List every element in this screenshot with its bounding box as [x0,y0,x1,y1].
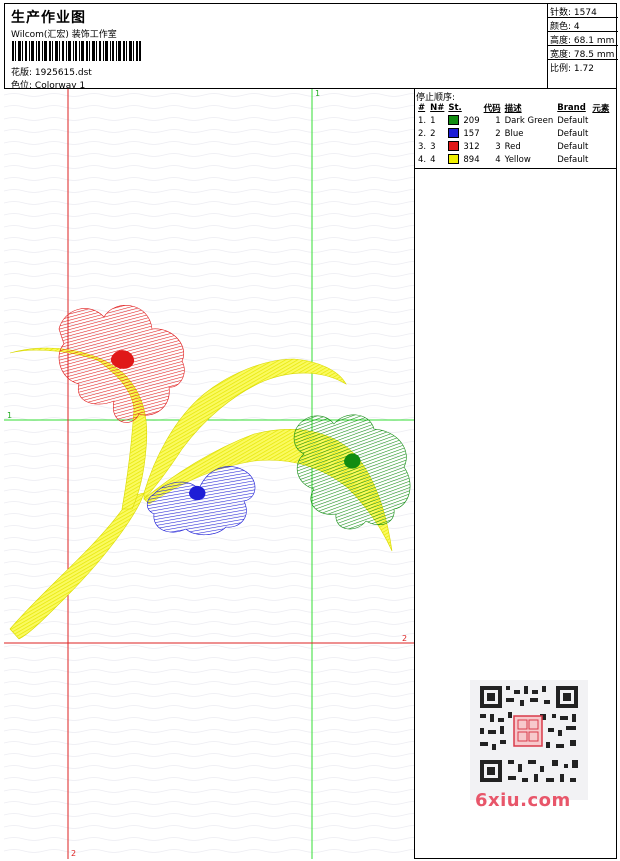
row-code: 2 [495,128,501,139]
row-description: Blue [504,128,524,139]
row-stitches: 312 [463,141,480,152]
col-stitches: St. [448,102,462,113]
row-needle: 2 [430,128,436,139]
row-needle: 4 [430,154,436,165]
row-brand: Default [557,154,589,165]
color-swatch [448,128,460,139]
col-index: # [418,102,426,113]
barcode [12,41,141,61]
stop-sequence-table: # N# St. 代码 描述 Brand 元素 1. 1 209 1 Dark Gree… [416,101,611,166]
row-code: 1 [495,115,501,126]
guide-h2-label: 2 [402,634,407,643]
design-label: 花版: [11,68,33,78]
guide-h1-label: 1 [7,411,12,420]
col-brand: Brand [557,102,586,113]
table-row: 2. 2 157 2 Blue Default [416,127,611,140]
sheet-title: 生产作业图 [11,10,86,26]
row-swatch [446,127,461,140]
col-description: 描述 [504,103,522,114]
color-swatch [448,141,460,152]
color-swatch [448,154,460,165]
guide-v1-label: 1 [315,89,320,98]
table-header-row: # N# St. 代码 描述 Brand 元素 [416,101,611,114]
row-description: Red [504,141,521,152]
color-swatch [448,115,460,126]
embroidery-preview: 1 1 2 2 [4,89,414,859]
row-index: 4. [418,154,427,165]
table-row: 1. 1 209 1 Dark Green Default [416,114,611,127]
stop-sequence-panel: 停止顺序: # N# St. 代码 描述 Brand 元素 1. 1 209 1 Dar… [415,89,617,169]
design-file: 花版: 1925615.dst [11,65,92,78]
row-brand: Default [557,128,589,139]
design-stats: 针数: 1574 颜色: 4 高度: 68.1 mm 宽度: 78.5 mm 比… [547,3,618,89]
row-code: 4 [495,154,501,165]
row-index: 1. [418,115,427,126]
table-row: 3. 3 312 3 Red Default [416,140,611,153]
design-canvas: 1 1 2 2 [4,89,415,859]
row-needle: 3 [430,141,436,152]
col-needle: N# [430,102,445,113]
col-element: 元素 [592,103,610,114]
row-code: 3 [495,141,501,152]
row-needle: 1 [430,115,436,126]
row-brand: Default [557,115,589,126]
row-stitches: 157 [463,128,480,139]
qr-code [470,680,588,800]
row-element [590,153,611,166]
watermark-logo: 6xiu.com [475,790,571,811]
row-element [590,127,611,140]
sheet-header: 生产作业图 Wilcom(汇宏) 装饰工作室 花版: 1925615.dst 色… [4,3,617,91]
row-stitches: 894 [463,154,480,165]
guide-v2-label: 2 [71,849,76,858]
row-index: 2. [418,128,427,139]
company-name: Wilcom(汇宏) 装饰工作室 [11,30,117,40]
row-index: 3. [418,141,427,152]
row-stitches: 209 [463,115,480,126]
row-element [590,140,611,153]
row-swatch [446,153,461,166]
row-element [590,114,611,127]
row-swatch [446,140,461,153]
row-brand: Default [557,141,589,152]
row-description: Dark Green [504,115,554,126]
design-value: 1925615.dst [34,68,92,78]
col-code: 代码 [483,103,501,114]
row-swatch [446,114,461,127]
design-scale: 比例: 1.72 [550,64,594,74]
row-description: Yellow [504,154,531,165]
table-row: 4. 4 894 4 Yellow Default [416,153,611,166]
